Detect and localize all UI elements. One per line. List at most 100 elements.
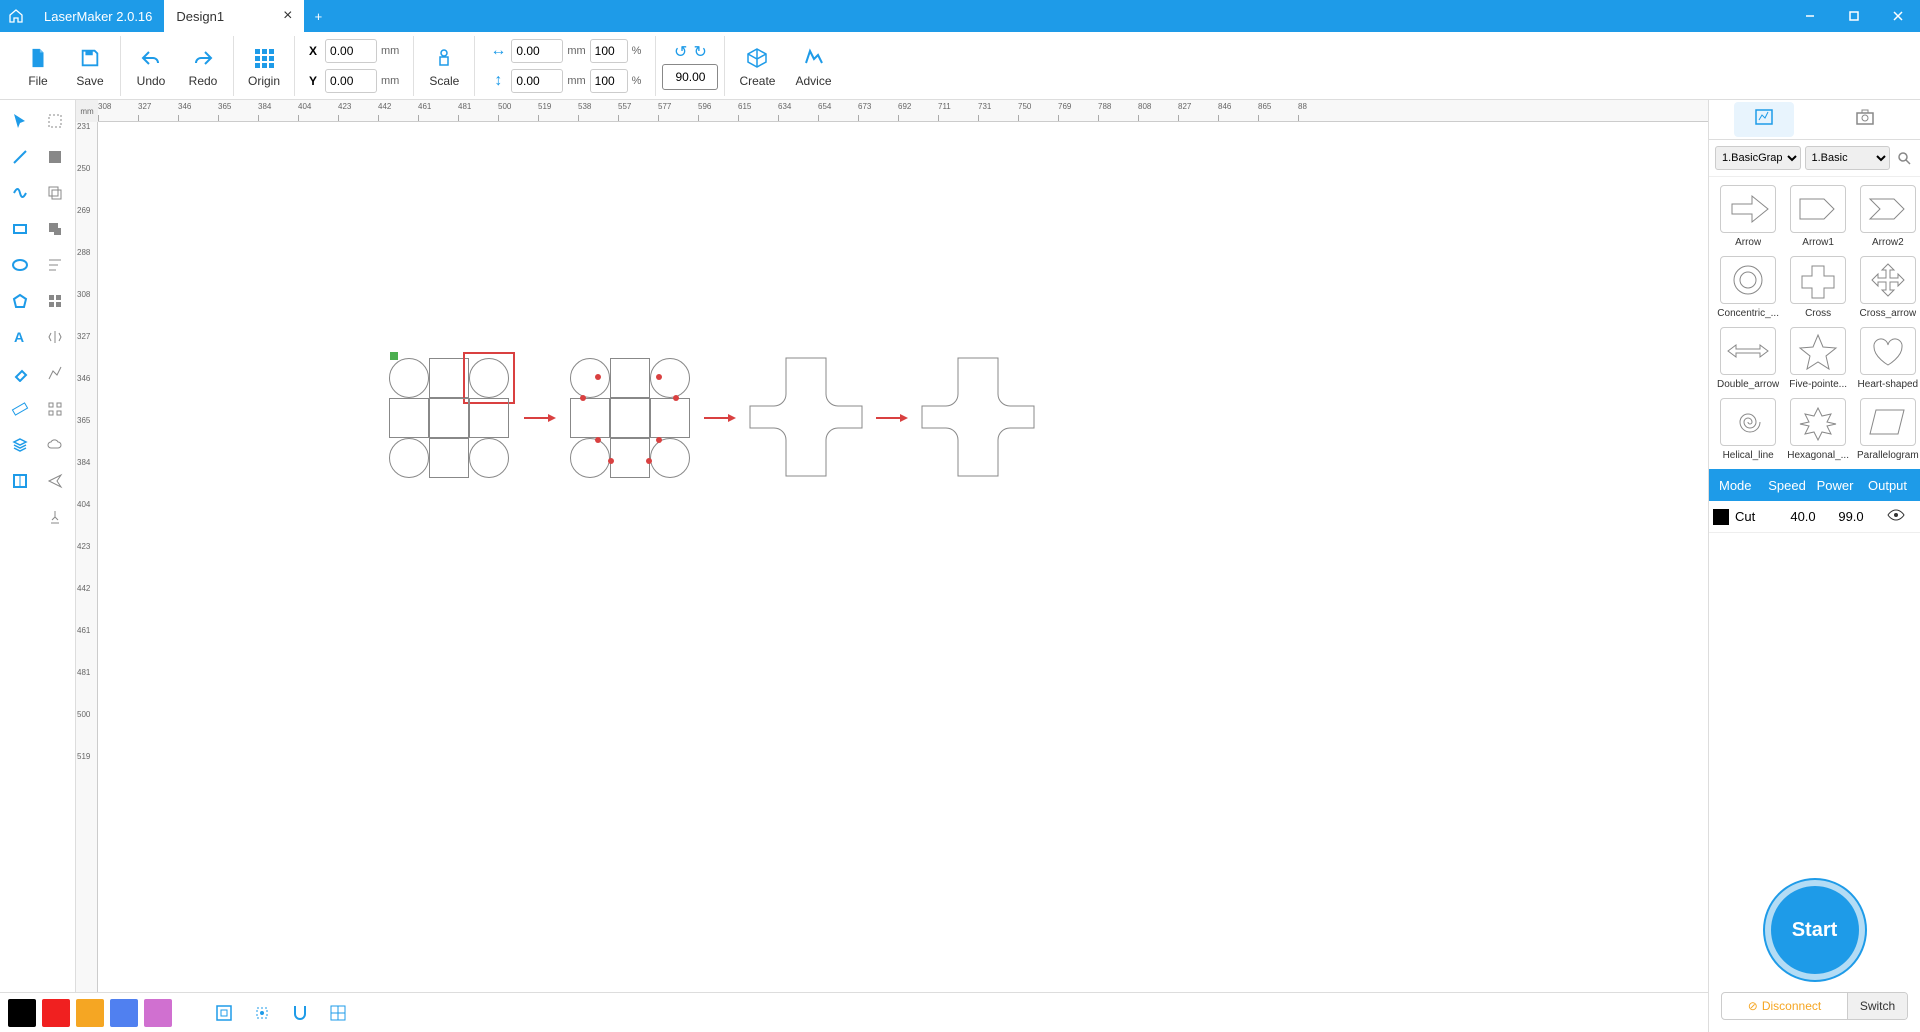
align-tool[interactable] [39,248,72,282]
category-select-2[interactable]: 1.Basic [1805,146,1891,170]
color-chip[interactable] [144,999,172,1027]
shape-library-item[interactable]: Arrow1 [1785,183,1851,250]
shape-library-item[interactable]: Helical_line [1715,396,1781,463]
save-button[interactable]: Save [66,40,114,92]
width-pct-input[interactable] [590,39,628,63]
shape-library-item[interactable]: Concentric_... [1715,254,1781,321]
origin-button[interactable]: Origin [240,40,288,92]
shape-square[interactable] [429,438,469,478]
shape-library-item[interactable]: Cross [1785,254,1851,321]
start-button[interactable]: Start [1765,880,1865,980]
color-chip[interactable] [42,999,70,1027]
scale-button[interactable]: Scale [420,40,468,92]
duplicate-tool[interactable] [39,176,72,210]
shape-cross[interactable] [746,354,866,480]
height-pct-input[interactable] [590,69,628,93]
visibility-toggle[interactable] [1875,509,1916,524]
home-button[interactable] [0,0,32,32]
shape-library-item[interactable]: Cross_arrow [1855,254,1920,321]
x-input[interactable] [325,39,377,63]
maximize-button[interactable] [1832,0,1876,32]
shape-square[interactable] [650,398,690,438]
layer-row[interactable]: Cut 40.0 99.0 [1709,501,1920,533]
shape-circle[interactable] [570,438,610,478]
shape-circle[interactable] [389,438,429,478]
add-tab-button[interactable]: + [304,0,332,32]
polygon-tool[interactable] [4,284,37,318]
eraser-tool[interactable] [4,356,37,390]
shape-library-item[interactable]: Heart-shaped [1855,325,1920,392]
shape-square[interactable] [469,398,509,438]
color-chip[interactable] [76,999,104,1027]
magnet-icon[interactable] [284,997,316,1029]
shape-square[interactable] [610,358,650,398]
layers-tool[interactable] [4,428,37,462]
shapes-tab[interactable] [1734,102,1794,137]
rect-tool[interactable] [4,212,37,246]
shape-library-item[interactable]: Double_arrow [1715,325,1781,392]
category-select-1[interactable]: 1.BasicGrap [1715,146,1801,170]
connection-status[interactable]: ⊘Disconnect [1722,993,1847,1019]
laser-tool[interactable] [39,500,72,534]
marquee-tool[interactable] [39,104,72,138]
height-input[interactable] [511,69,563,93]
shape-thumb [1720,185,1776,233]
fill-tool[interactable] [39,140,72,174]
grid-icon[interactable] [322,997,354,1029]
path-edit-tool[interactable] [39,356,72,390]
send-tool[interactable] [39,464,72,498]
search-icon[interactable] [1894,151,1914,165]
shape-library-item[interactable]: Parallelogram [1855,396,1920,463]
shape-circle[interactable] [570,358,610,398]
shape-square[interactable] [570,398,610,438]
line-tool[interactable] [4,140,37,174]
rotate-input[interactable] [662,64,718,90]
shape-circle[interactable] [389,358,429,398]
color-chip[interactable] [8,999,36,1027]
shape-cross[interactable] [918,354,1038,480]
camera-tab[interactable] [1835,102,1895,137]
grid-tool[interactable] [39,284,72,318]
switch-button[interactable]: Switch [1847,993,1907,1019]
rotate-right-icon[interactable]: ↻ [693,42,706,62]
array-tool[interactable] [39,392,72,426]
canvas[interactable] [98,122,1708,1032]
shape-library-item[interactable]: Hexagonal_... [1785,396,1851,463]
focus-icon[interactable] [246,997,278,1029]
canvas-tool[interactable] [4,464,37,498]
text-tool[interactable]: A [4,320,37,354]
shape-library-item[interactable]: Five-pointe... [1785,325,1851,392]
y-input[interactable] [325,69,377,93]
undo-button[interactable]: Undo [127,40,175,92]
minimize-button[interactable] [1788,0,1832,32]
rotate-left-icon[interactable]: ↺ [674,42,687,62]
mirror-tool[interactable] [39,320,72,354]
redo-button[interactable]: Redo [179,40,227,92]
shape-library-item[interactable]: Arrow2 [1855,183,1920,250]
shape-name-label: Parallelogram [1857,450,1919,461]
color-chip[interactable] [110,999,138,1027]
shape-square[interactable] [429,398,469,438]
advice-button[interactable]: Advice [787,40,839,92]
shape-square[interactable] [610,438,650,478]
measure-tool[interactable] [4,392,37,426]
selection-box[interactable] [463,352,515,404]
width-input[interactable] [511,39,563,63]
tab-design1[interactable]: Design1 × [164,0,304,32]
ellipse-tool[interactable] [4,248,37,282]
select-tool[interactable] [4,104,37,138]
shape-library-item[interactable]: Arrow [1715,183,1781,250]
layer-color-swatch[interactable] [1713,509,1729,525]
close-tab-icon[interactable]: × [283,7,292,25]
shape-circle[interactable] [469,438,509,478]
curve-tool[interactable] [4,176,37,210]
file-button[interactable]: File [14,40,62,92]
create-button[interactable]: Create [731,40,783,92]
cloud-tool[interactable] [39,428,72,462]
shape-square[interactable] [389,398,429,438]
union-tool[interactable] [39,212,72,246]
fit-view-icon[interactable] [208,997,240,1029]
shape-square[interactable] [610,398,650,438]
shape-circle[interactable] [650,438,690,478]
close-button[interactable] [1876,0,1920,32]
